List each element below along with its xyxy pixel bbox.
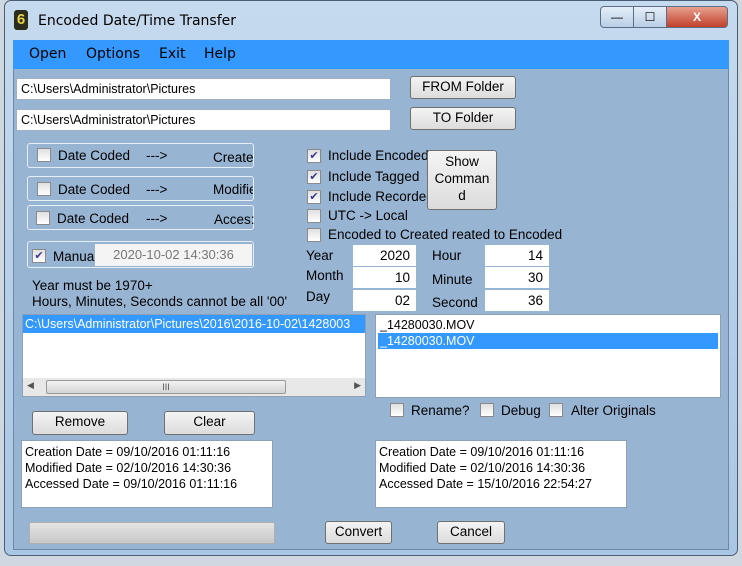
- show-command-line: Show: [445, 154, 479, 169]
- scroll-right-icon[interactable]: ▶: [354, 380, 361, 391]
- hour-input[interactable]: 14: [485, 245, 549, 266]
- month-label: Month: [306, 268, 344, 283]
- convert-button[interactable]: Convert: [325, 521, 392, 544]
- horizontal-scrollbar[interactable]: ◀ III ▶: [23, 378, 365, 396]
- map-arrow: --->: [146, 148, 168, 163]
- day-label: Day: [306, 289, 331, 304]
- include-encoded-checkbox[interactable]: ✔: [307, 149, 321, 163]
- debug-label: Debug: [501, 403, 541, 418]
- from-folder-button[interactable]: FROM Folder: [410, 76, 516, 99]
- menu-help[interactable]: Help: [204, 46, 236, 62]
- manual-datetime-field[interactable]: 2020-10-02 14:30:36: [95, 244, 252, 266]
- accessed-date: Accessed Date = 09/10/2016 01:11:16: [25, 477, 238, 491]
- option-label: Encoded to Created reated to Encoded: [328, 227, 563, 242]
- include-recorded-checkbox[interactable]: ✔: [307, 190, 321, 204]
- target-info-box: Creation Date = 09/10/2016 01:11:16 Modi…: [375, 440, 627, 508]
- option-label: Include Encoded: [328, 148, 429, 163]
- note-year: Year must be 1970+: [32, 278, 153, 293]
- minute-input[interactable]: 30: [485, 267, 549, 288]
- minute-label: Minute: [432, 272, 473, 287]
- folder-list[interactable]: C:\Users\Administrator\Pictures\2016\201…: [22, 314, 366, 397]
- second-label: Second: [432, 295, 478, 310]
- minimize-button[interactable]: —: [600, 6, 634, 28]
- alter-originals-label: Alter Originals: [571, 403, 656, 418]
- map-target: Create: [213, 150, 253, 165]
- show-command-line: d: [458, 188, 466, 203]
- include-tagged-checkbox[interactable]: ✔: [307, 170, 321, 184]
- map-created-checkbox[interactable]: [37, 148, 51, 162]
- progress-bar: [29, 522, 275, 544]
- accessed-date: Accessed Date = 15/10/2016 22:54:27: [379, 477, 593, 491]
- close-button[interactable]: X: [666, 6, 728, 28]
- second-input[interactable]: 36: [485, 290, 549, 311]
- option-label: UTC -> Local: [328, 208, 408, 223]
- map-label: Date Coded: [58, 148, 131, 163]
- file-list[interactable]: _14280030.MOV _14280030.MOV: [375, 314, 721, 398]
- menu-exit[interactable]: Exit: [159, 46, 186, 62]
- from-folder-input[interactable]: C:\Users\Administrator\Pictures: [16, 78, 391, 100]
- app-icon: 6: [14, 10, 28, 30]
- map-arrow: --->: [146, 182, 168, 197]
- month-input[interactable]: 10: [353, 267, 416, 288]
- list-item[interactable]: _14280030.MOV: [378, 333, 718, 349]
- creation-date: Creation Date = 09/10/2016 01:11:16: [25, 445, 231, 459]
- menu-options[interactable]: Options: [86, 46, 140, 62]
- year-input[interactable]: 2020: [353, 245, 416, 266]
- option-label: Include Tagged: [328, 169, 420, 184]
- utc-local-checkbox[interactable]: [307, 209, 321, 223]
- maximize-button[interactable]: ☐: [633, 6, 667, 28]
- day-input[interactable]: 02: [353, 290, 416, 311]
- year-label: Year: [306, 248, 334, 263]
- show-command-line: Comman: [434, 171, 490, 186]
- cancel-button[interactable]: Cancel: [437, 521, 505, 544]
- map-target: Modifie: [213, 182, 253, 197]
- encoded-created-checkbox[interactable]: [307, 228, 321, 242]
- list-item[interactable]: _14280030.MOV: [378, 317, 718, 333]
- clear-button[interactable]: Clear: [164, 411, 255, 435]
- to-folder-input[interactable]: C:\Users\Administrator\Pictures: [16, 109, 391, 131]
- map-accessed-checkbox[interactable]: [36, 211, 50, 225]
- map-arrow: --->: [146, 211, 168, 226]
- creation-date: Creation Date = 09/10/2016 01:11:16: [379, 445, 585, 459]
- source-info-box: Creation Date = 09/10/2016 01:11:16 Modi…: [21, 440, 273, 508]
- map-target: Acces:: [214, 212, 254, 227]
- rename-checkbox[interactable]: [390, 403, 404, 417]
- rename-label: Rename?: [411, 403, 470, 418]
- debug-checkbox[interactable]: [480, 403, 494, 417]
- scroll-thumb[interactable]: III: [46, 380, 286, 394]
- map-label: Date Coded: [57, 211, 130, 226]
- window-title: Encoded Date/Time Transfer: [38, 13, 237, 29]
- hour-label: Hour: [432, 248, 462, 263]
- map-modified-checkbox[interactable]: [37, 182, 51, 196]
- to-folder-button[interactable]: TO Folder: [410, 107, 516, 130]
- modified-date: Modified Date = 02/10/2016 14:30:36: [25, 461, 232, 475]
- scroll-left-icon[interactable]: ◀: [27, 380, 34, 391]
- modified-date: Modified Date = 02/10/2016 14:30:36: [379, 461, 586, 475]
- list-item[interactable]: C:\Users\Administrator\Pictures\2016\201…: [23, 315, 365, 333]
- alter-originals-checkbox[interactable]: [549, 403, 563, 417]
- manual-checkbox[interactable]: ✔: [32, 249, 46, 263]
- show-command-button[interactable]: Show Comman d: [427, 150, 497, 210]
- menu-open[interactable]: Open: [29, 46, 66, 62]
- remove-button[interactable]: Remove: [32, 411, 128, 435]
- note-time: Hours, Minutes, Seconds cannot be all '0…: [32, 294, 288, 309]
- option-label: Include Recorded: [328, 189, 434, 204]
- manual-label: Manua: [53, 249, 95, 264]
- map-label: Date Coded: [58, 182, 131, 197]
